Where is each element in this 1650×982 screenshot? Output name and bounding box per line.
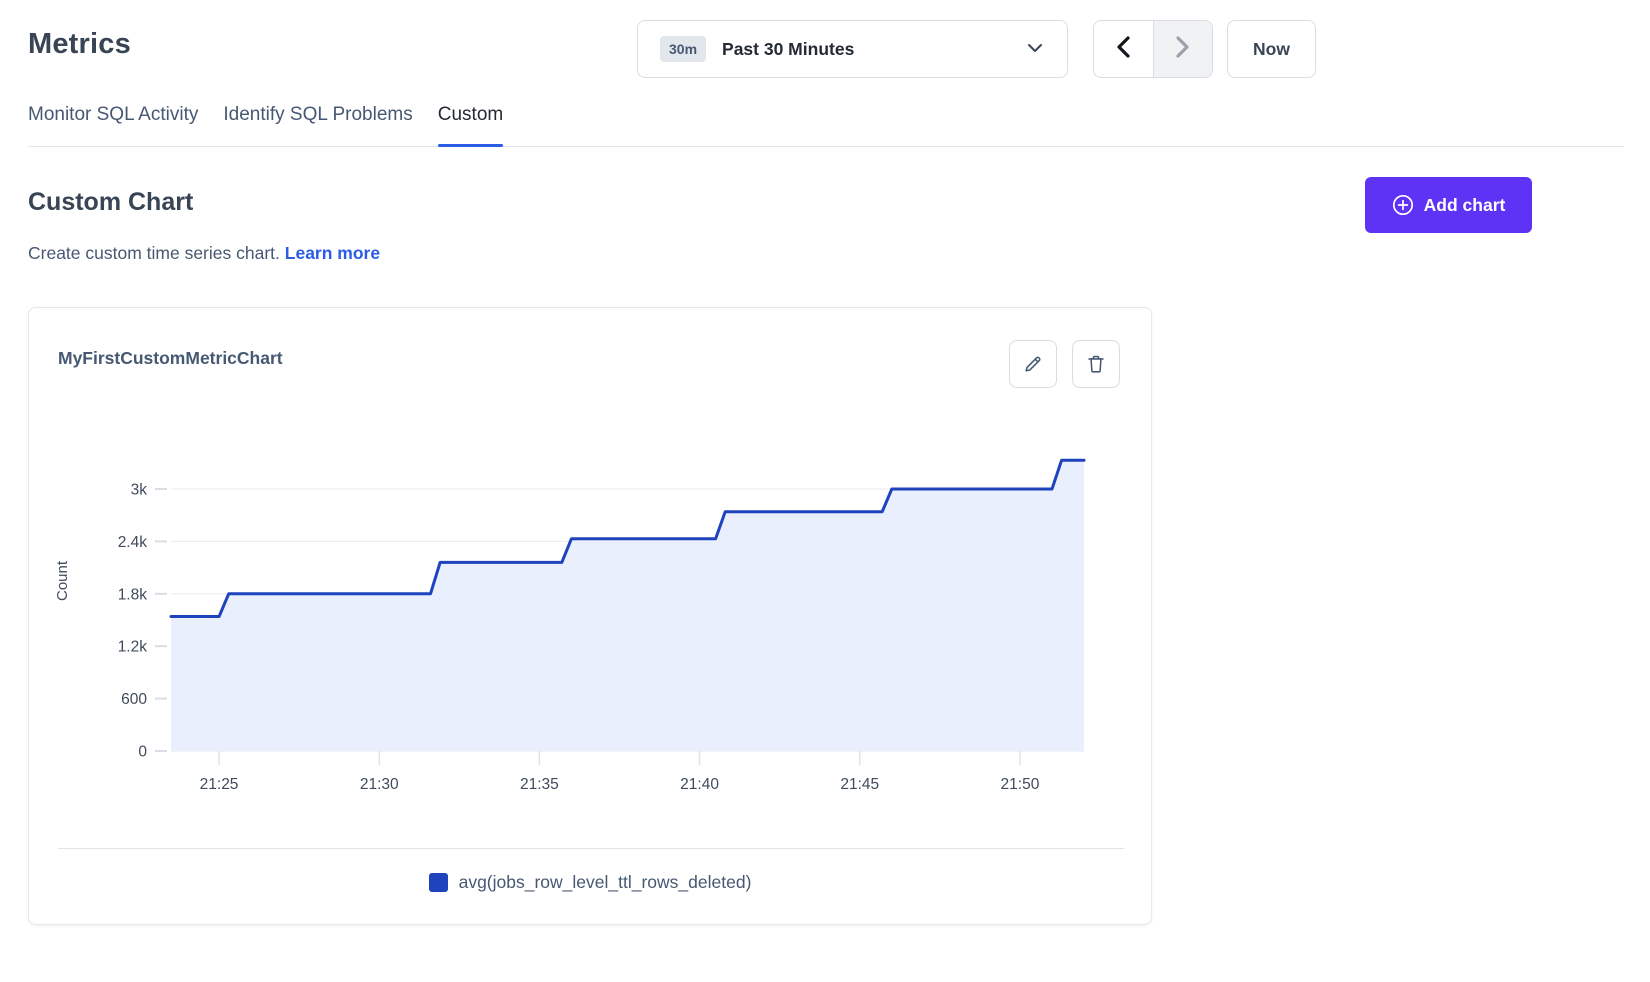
legend-swatch [429, 873, 448, 892]
tab-identify-sql-problems[interactable]: Identify SQL Problems [223, 104, 412, 146]
legend-label: avg(jobs_row_level_ttl_rows_deleted) [459, 872, 752, 893]
chevron-left-icon [1115, 35, 1131, 64]
section-description-text: Create custom time series chart. [28, 243, 280, 263]
section-heading: Custom Chart [28, 188, 193, 217]
custom-metric-chart[interactable]: 0 600 1.2k 1.8k 2.4k 3k 21:25 21:30 21:35 21:40 21… [31, 411, 1101, 811]
chevron-right-icon [1175, 35, 1191, 64]
tab-monitor-sql-activity[interactable]: Monitor SQL Activity [28, 104, 198, 146]
time-nav-prev-button[interactable] [1094, 21, 1154, 77]
time-nav-next-button[interactable] [1154, 21, 1213, 77]
time-nav-group [1093, 20, 1213, 78]
y-tick-label: 0 [138, 744, 147, 761]
x-tick-label: 21:40 [680, 776, 719, 793]
time-range-selector[interactable]: 30m Past 30 Minutes [637, 20, 1068, 78]
tabs-bar: Monitor SQL Activity Identify SQL Problem… [28, 104, 1624, 147]
edit-icon [1022, 353, 1044, 375]
y-tick-label: 1.2k [118, 639, 148, 656]
y-tick-label: 1.8k [118, 586, 148, 603]
chart-legend: avg(jobs_row_level_ttl_rows_deleted) [29, 872, 1151, 893]
edit-chart-button[interactable] [1009, 340, 1057, 388]
plus-circle-icon [1392, 194, 1414, 216]
x-tick-label: 21:50 [1001, 776, 1040, 793]
chart-card: MyFirstCustomMetricChart 0 600 1.2k 1.8k 2.4… [28, 307, 1152, 925]
x-tick-label: 21:45 [840, 776, 879, 793]
trash-icon [1085, 353, 1107, 375]
add-chart-button[interactable]: Add chart [1365, 177, 1532, 233]
now-button[interactable]: Now [1227, 20, 1316, 78]
y-tick-label: 3k [131, 481, 148, 498]
x-tick-label: 21:30 [360, 776, 399, 793]
legend-divider [58, 848, 1124, 849]
chart-title: MyFirstCustomMetricChart [58, 348, 283, 369]
y-tick-label: 600 [121, 691, 147, 708]
learn-more-link[interactable]: Learn more [285, 243, 380, 263]
tab-custom[interactable]: Custom [438, 104, 503, 146]
series-area [171, 460, 1084, 751]
y-axis-label: Count [54, 560, 71, 601]
now-button-label: Now [1253, 39, 1290, 60]
time-range-badge: 30m [660, 36, 706, 62]
x-tick-label: 21:25 [200, 776, 239, 793]
chevron-down-icon [1027, 40, 1043, 58]
page-title: Metrics [28, 28, 131, 61]
add-chart-label: Add chart [1424, 195, 1506, 216]
time-range-label: Past 30 Minutes [722, 39, 854, 60]
section-description: Create custom time series chart. Learn m… [28, 243, 380, 264]
y-tick-label: 2.4k [118, 534, 148, 551]
x-tick-label: 21:35 [520, 776, 559, 793]
delete-chart-button[interactable] [1072, 340, 1120, 388]
legend-item[interactable]: avg(jobs_row_level_ttl_rows_deleted) [429, 872, 752, 893]
